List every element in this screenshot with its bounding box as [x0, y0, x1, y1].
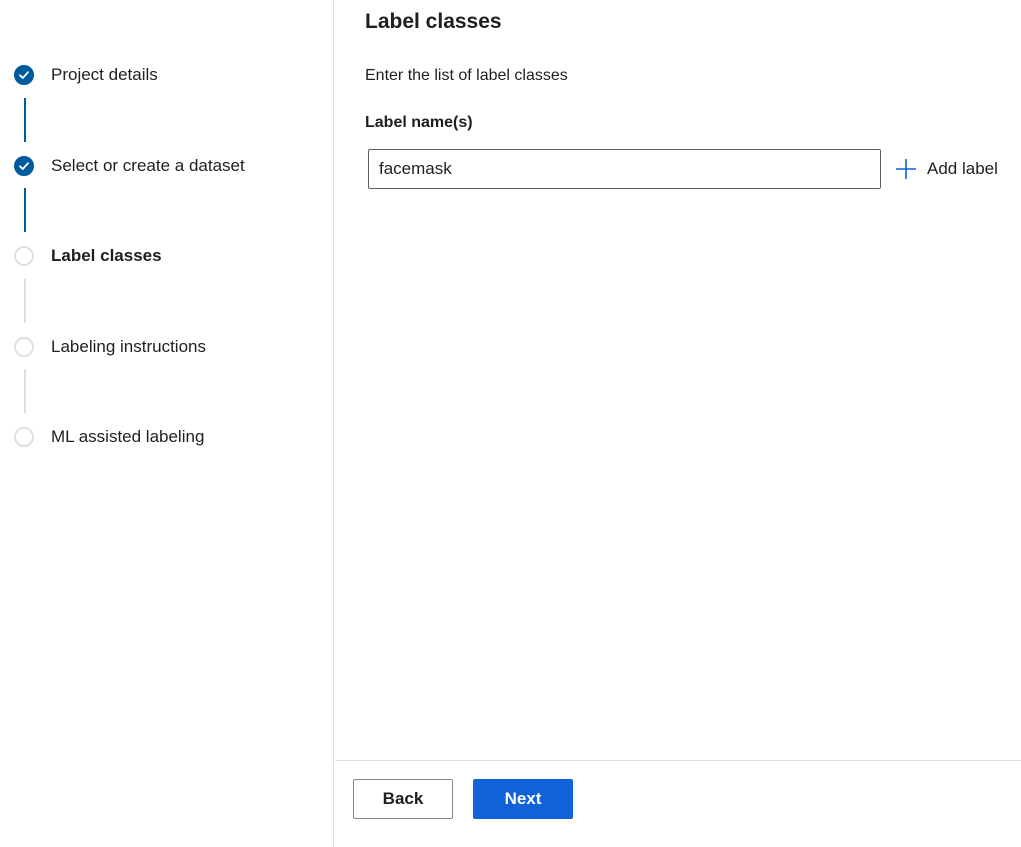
- add-label-text: Add label: [927, 159, 998, 178]
- step-circle-icon: [14, 337, 34, 357]
- label-names-field-label: Label name(s): [365, 114, 473, 131]
- step-select-dataset[interactable]: Select or create a dataset: [14, 154, 245, 178]
- step-circle-icon: [14, 427, 34, 447]
- step-ml-assisted-labeling[interactable]: ML assisted labeling: [14, 425, 204, 449]
- step-project-details[interactable]: Project details: [14, 63, 158, 87]
- main-panel: Label classes Enter the list of label cl…: [335, 0, 1021, 847]
- step-label: Labeling instructions: [51, 337, 206, 356]
- step-labeling-instructions[interactable]: Labeling instructions: [14, 335, 206, 359]
- step-completed-check-icon: [14, 65, 34, 85]
- step-label: Select or create a dataset: [51, 156, 245, 175]
- step-circle-icon: [14, 246, 34, 266]
- step-connector: [24, 188, 26, 232]
- add-label-button[interactable]: Add label: [895, 154, 998, 184]
- page-description: Enter the list of label classes: [365, 67, 568, 84]
- back-button[interactable]: Back: [353, 779, 453, 819]
- step-label-classes[interactable]: Label classes: [14, 244, 162, 268]
- wizard-sidebar: Project details Select or create a datas…: [0, 0, 334, 847]
- page-title: Label classes: [365, 10, 502, 33]
- next-button[interactable]: Next: [473, 779, 573, 819]
- step-label: ML assisted labeling: [51, 427, 205, 446]
- step-label: Label classes: [51, 246, 162, 265]
- wizard-footer: Back Next: [335, 760, 1021, 847]
- step-connector: [24, 279, 26, 323]
- step-completed-check-icon: [14, 156, 34, 176]
- step-connector: [24, 98, 26, 142]
- label-name-input[interactable]: [368, 149, 881, 189]
- plus-icon: [895, 158, 917, 180]
- step-connector: [24, 369, 26, 413]
- step-label: Project details: [51, 65, 158, 84]
